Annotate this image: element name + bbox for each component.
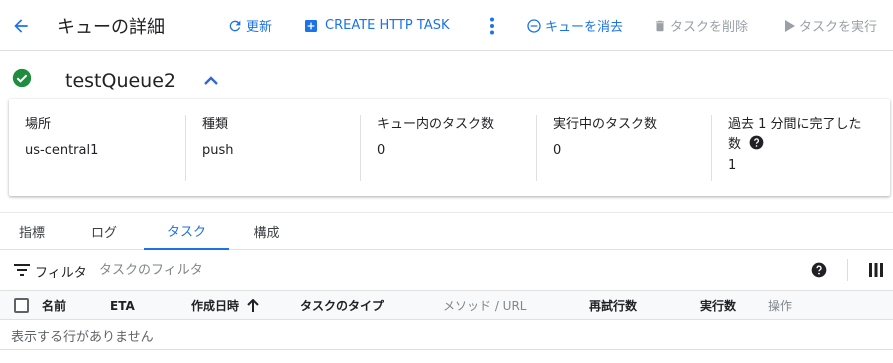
detail-type: 種類 push — [186, 115, 361, 181]
tab-tasks[interactable]: タスク — [144, 213, 229, 250]
tab-metrics[interactable]: 指標 — [0, 213, 64, 250]
create-http-task-button[interactable]: CREATE HTTP TASK — [303, 0, 450, 51]
arrow-upward-icon — [247, 298, 259, 312]
tab-config[interactable]: 構成 — [229, 213, 304, 250]
more-vert-icon — [489, 17, 494, 34]
purge-queue-label: キューを消去 — [545, 20, 624, 35]
filter-icon — [14, 264, 30, 276]
trash-icon — [655, 20, 665, 31]
chevron-up-icon[interactable] — [203, 74, 219, 86]
detail-completed-last-minute: 過去 1 分間に完了した数 1 — [712, 115, 887, 181]
filter-input[interactable] — [99, 258, 699, 282]
detail-label: 場所 — [25, 117, 52, 132]
top-toolbar: キューの詳細 更新 CREATE HTTP TASK キューを消去 タスクを削除… — [0, 0, 893, 51]
help-icon[interactable] — [811, 262, 827, 278]
detail-label: 種類 — [202, 117, 229, 132]
column-created-label: 作成日時 — [191, 299, 240, 313]
queue-details-card: 場所 us-central1 種類 push キュー内のタスク数 0 実行中のタ… — [9, 99, 890, 196]
detail-label: 過去 1 分間に完了した数 — [728, 117, 862, 152]
remove-circle-icon — [527, 18, 541, 33]
delete-task-button[interactable]: タスクを削除 — [653, 0, 748, 51]
tab-bar: 指標 ログ タスク 構成 — [0, 212, 893, 250]
table-header: 名前 ETA 作成日時 タスクのタイプ メソッド / URL 再試行数 実行数 … — [0, 291, 893, 320]
column-display-icon[interactable] — [869, 263, 883, 277]
divider — [847, 259, 848, 281]
queue-name: testQueue2 — [65, 70, 176, 92]
create-http-task-label: CREATE HTTP TASK — [325, 18, 450, 33]
back-button[interactable] — [10, 0, 34, 51]
column-executions[interactable]: 実行数 — [700, 291, 736, 320]
help-icon[interactable] — [749, 135, 764, 150]
run-task-button[interactable]: タスクを実行 — [784, 0, 877, 51]
detail-label: 実行中のタスク数 — [553, 117, 658, 132]
refresh-label: 更新 — [246, 20, 273, 35]
refresh-button[interactable]: 更新 — [227, 0, 272, 51]
detail-value: 1 — [728, 158, 737, 173]
column-task-type[interactable]: タスクのタイプ — [300, 291, 384, 320]
filter-bar: フィルタ — [0, 250, 893, 291]
column-method-url: メソッド / URL — [443, 299, 527, 313]
divider — [0, 349, 893, 350]
play-icon — [785, 19, 795, 32]
filter-label: フィルタ — [35, 266, 87, 281]
select-all-checkbox[interactable] — [14, 298, 29, 313]
column-actions: 操作 — [768, 299, 793, 313]
column-created[interactable]: 作成日時 — [191, 291, 259, 320]
run-task-label: タスクを実行 — [799, 20, 878, 35]
detail-value: us-central1 — [25, 143, 99, 158]
column-eta[interactable]: ETA — [110, 291, 135, 320]
add-box-icon — [305, 19, 317, 32]
more-options-button[interactable] — [487, 0, 499, 51]
empty-table-message: 表示する行がありません — [11, 330, 154, 345]
detail-label: キュー内のタスク数 — [377, 117, 495, 132]
purge-queue-button[interactable]: キューを消去 — [526, 0, 623, 51]
tab-logs[interactable]: ログ — [64, 213, 144, 250]
arrow-back-icon — [13, 18, 28, 33]
detail-location: 場所 us-central1 — [9, 115, 186, 181]
detail-value: 0 — [553, 143, 562, 158]
refresh-icon — [229, 20, 241, 31]
delete-task-label: タスクを削除 — [670, 20, 749, 35]
column-name[interactable]: 名前 — [42, 291, 66, 320]
check-circle-icon — [12, 68, 32, 88]
queue-header: testQueue2 — [0, 51, 893, 99]
page-title: キューの詳細 — [57, 16, 165, 38]
detail-running-tasks: 実行中のタスク数 0 — [537, 115, 712, 181]
detail-tasks-in-queue: キュー内のタスク数 0 — [361, 115, 537, 181]
detail-value: 0 — [377, 143, 386, 158]
column-retries[interactable]: 再試行数 — [589, 291, 637, 320]
detail-value: push — [202, 143, 234, 158]
